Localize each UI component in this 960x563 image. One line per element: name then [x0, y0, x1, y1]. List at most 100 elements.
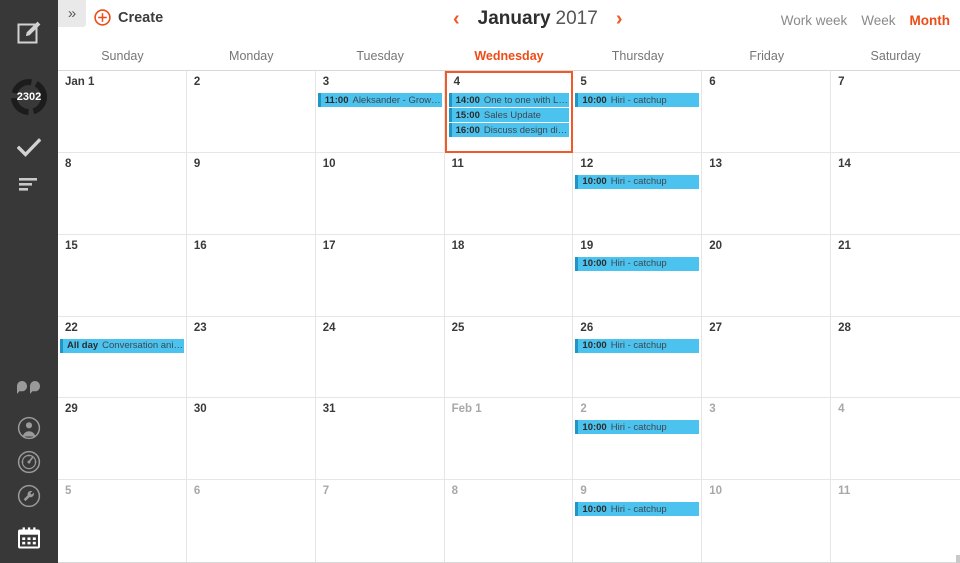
day-events: 14:00 One to one with Luka 15:00 Sales Upda…	[447, 93, 572, 137]
day-cell[interactable]: 6	[187, 480, 316, 562]
day-cell[interactable]: 7	[831, 71, 960, 153]
calendar-event[interactable]: 14:00 One to one with Luka	[448, 93, 570, 107]
left-sidebar: 2302	[0, 0, 58, 563]
day-cell[interactable]: 4 14:00 One to one with Luka 15:00 Sales Upd…	[444, 71, 574, 153]
create-button[interactable]: Create	[94, 9, 163, 26]
day-cell[interactable]: 10	[702, 480, 832, 562]
day-cell[interactable]: 11	[831, 480, 960, 562]
day-events: 10:00 Hiri - catchup	[573, 174, 701, 189]
day-cell[interactable]: 28	[831, 317, 960, 399]
day-cell[interactable]: 27	[702, 316, 832, 399]
day-cell[interactable]: 6	[702, 71, 832, 153]
day-cell[interactable]: 5 10:00 Hiri - catchup	[573, 71, 703, 153]
weekday-header-tuesday: Tuesday	[356, 48, 404, 63]
day-events: 10:00 Hiri - catchup	[573, 256, 701, 271]
day-number: 8	[65, 157, 72, 170]
day-number: 3	[322, 76, 330, 88]
day-cell[interactable]: 4	[831, 398, 960, 481]
event-time: 10:00	[582, 340, 607, 351]
day-cell[interactable]: 24	[315, 316, 445, 399]
event-time: 10:00	[582, 503, 607, 515]
month-grid: Jan 1 2 3 11:00 Aleksander - Growth... 4 14:00…	[58, 71, 960, 563]
day-cell[interactable]: 20	[702, 234, 832, 317]
view-toggle-month[interactable]: Month	[910, 13, 950, 28]
view-toggle-week[interactable]: Week	[861, 13, 895, 28]
day-cell[interactable]: 9	[186, 152, 316, 235]
calendar-event[interactable]: 10:00 Hiri - catchup	[575, 420, 700, 435]
day-cell[interactable]: Jan 1	[58, 71, 187, 153]
day-events: All day Conversation anim...	[58, 338, 186, 353]
day-number: Jan 1	[65, 76, 95, 88]
day-cell[interactable]: 21	[831, 235, 960, 317]
wrench-icon[interactable]	[0, 479, 58, 513]
day-number: 7	[838, 76, 845, 88]
day-number: 7	[322, 485, 330, 498]
page-title: January 2017	[478, 8, 598, 30]
day-events: 10:00 Hiri - catchup	[573, 420, 701, 435]
day-cell[interactable]: Feb 1	[444, 398, 574, 481]
calendar-event[interactable]: 11:00 Aleksander - Growth...	[317, 93, 442, 107]
scrollbar-nub[interactable]	[956, 555, 960, 563]
check-icon[interactable]	[0, 134, 58, 162]
day-cell[interactable]: 22 All day Conversation anim...	[58, 316, 187, 399]
view-toggle-work-week[interactable]: Work week	[781, 13, 848, 28]
day-cell[interactable]: 3 11:00 Aleksander - Growth...	[315, 71, 445, 153]
day-number: 14	[838, 157, 851, 170]
day-cell[interactable]: 10	[315, 152, 445, 235]
day-cell[interactable]: 5	[58, 480, 187, 562]
day-cell[interactable]: 23	[186, 316, 316, 399]
day-cell[interactable]: 17	[315, 234, 445, 317]
day-number: 9	[193, 157, 201, 170]
day-cell[interactable]: 30	[186, 398, 316, 481]
calendar-event[interactable]: 10:00 Hiri - catchup	[575, 93, 700, 107]
day-cell[interactable]: 14	[831, 153, 960, 235]
event-time: 10:00	[582, 176, 607, 188]
event-time: All day	[67, 340, 99, 351]
day-cell[interactable]: 19 10:00 Hiri - catchup	[573, 234, 703, 317]
day-cell[interactable]: 25	[444, 316, 574, 399]
day-cell[interactable]: 7	[316, 480, 445, 562]
day-cell[interactable]: 13	[702, 152, 832, 235]
day-cell[interactable]: 9 10:00 Hiri - catchup	[573, 480, 703, 562]
event-title: Hiri - catchup	[610, 340, 667, 351]
day-cell[interactable]: 26 10:00 Hiri - catchup	[573, 316, 703, 399]
weekday-header-saturday: Saturday	[870, 48, 921, 63]
day-cell[interactable]: 18	[444, 234, 574, 317]
day-cell[interactable]: 3	[702, 398, 832, 481]
month-navigation: ‹ January 2017 ›	[453, 8, 623, 30]
day-number: 5	[580, 76, 587, 88]
calendar-event[interactable]: 10:00 Hiri - catchup	[575, 174, 700, 189]
calendar-event[interactable]: 10:00 Hiri - catchup	[575, 256, 700, 271]
prev-month-button[interactable]: ‹	[453, 9, 460, 29]
calendar-event[interactable]: 16:00 Discuss design direc...	[448, 123, 570, 137]
day-cell[interactable]: 8	[58, 152, 187, 235]
unread-count-ring[interactable]: 2302	[0, 74, 58, 120]
calendar-icon[interactable]	[0, 513, 58, 563]
day-cell[interactable]: 31	[315, 398, 445, 481]
day-number: 28	[838, 321, 851, 334]
event-title: Hiri - catchup	[610, 94, 667, 106]
calendar-main: » Create ‹ January 2017 › Work week Week…	[58, 0, 960, 563]
day-cell[interactable]: 12 10:00 Hiri - catchup	[573, 152, 703, 235]
calendar-event[interactable]: 15:00 Sales Update	[448, 108, 570, 122]
calendar-event[interactable]: 10:00 Hiri - catchup	[575, 502, 700, 517]
calendar-event[interactable]: All day Conversation anim...	[60, 338, 184, 353]
view-toggle-group: Work week Week Month	[781, 13, 950, 28]
day-cell[interactable]: 11	[444, 152, 574, 235]
day-cell[interactable]: 2 10:00 Hiri - catchup	[573, 398, 703, 481]
calendar-event[interactable]: 10:00 Hiri - catchup	[575, 338, 700, 353]
event-title: One to one with Luka	[483, 94, 570, 106]
list-icon[interactable]	[0, 170, 58, 198]
day-cell[interactable]: 29	[58, 398, 187, 481]
day-cell[interactable]: 2	[186, 71, 316, 153]
people-icon[interactable]	[0, 371, 58, 405]
day-cell[interactable]: 15	[58, 234, 187, 317]
expand-sidebar-button[interactable]: »	[58, 0, 86, 27]
event-time: 15:00	[455, 109, 480, 121]
day-cell[interactable]: 8	[445, 480, 574, 562]
contact-circle-icon[interactable]	[0, 411, 58, 445]
speedometer-icon[interactable]	[0, 445, 58, 479]
compose-icon[interactable]	[0, 16, 58, 50]
day-cell[interactable]: 16	[186, 234, 316, 317]
next-month-button[interactable]: ›	[616, 9, 623, 29]
